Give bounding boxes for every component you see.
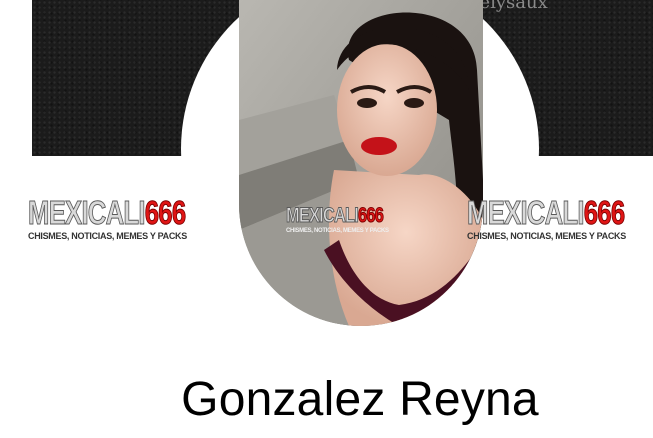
- watermark-left: MEXICALI666 CHISMES, NOTICIAS, MEMES Y P…: [28, 194, 188, 241]
- profile-photo-image: [239, 0, 483, 326]
- profile-picture[interactable]: [239, 0, 483, 326]
- watermark-center: MEXICALI666 CHISMES, NOTICIAS, MEMES Y P…: [286, 204, 389, 235]
- profile-name: Gonzalez Reyna: [181, 373, 539, 426]
- watermark-right: MEXICALI666 CHISMES, NOTICIAS, MEMES Y P…: [467, 194, 627, 241]
